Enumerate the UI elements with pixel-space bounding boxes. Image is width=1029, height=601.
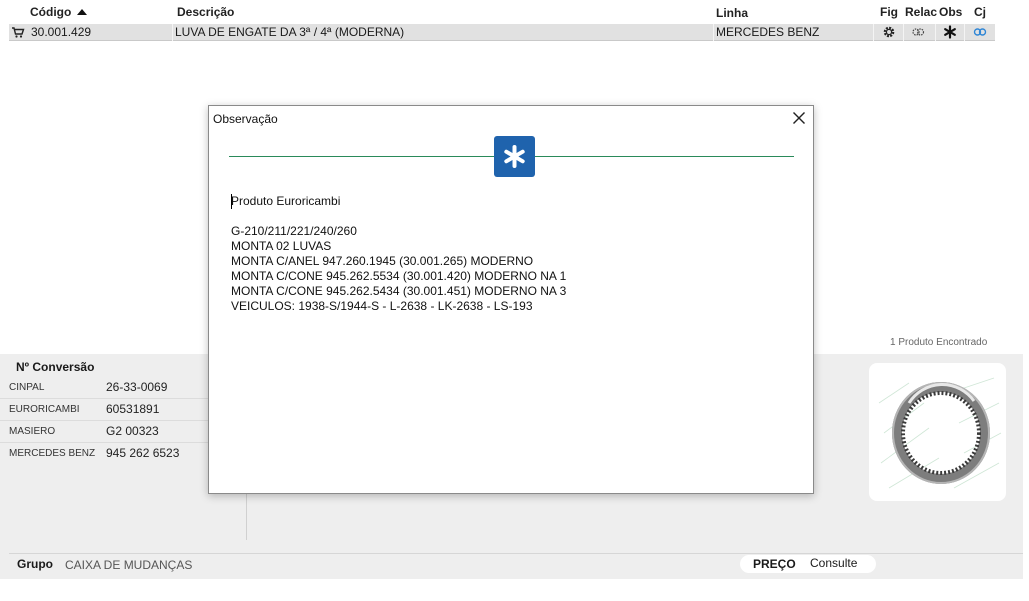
observation-line: VEICULOS: 1938-S/1944-S - L-2638 - LK-26… — [231, 299, 533, 313]
table-row[interactable]: 30.001.429 LUVA DE ENGATE DA 3ª / 4ª (MO… — [9, 24, 995, 41]
observation-line: MONTA C/CONE 945.262.5434 (30.001.451) M… — [231, 284, 567, 298]
column-header-linha[interactable]: Linha — [716, 6, 748, 20]
conversion-code: 945 262 6523 — [106, 446, 180, 460]
conversion-code: G2 00323 — [106, 424, 159, 438]
price-value: Consulte — [810, 556, 858, 570]
divider — [9, 553, 1023, 554]
asterisk-icon — [504, 145, 525, 168]
observation-line — [231, 209, 566, 224]
conversion-brand: EURORICAMBI — [9, 404, 80, 415]
observation-text-area[interactable]: Produto Euroricambi G-210/211/221/240/26… — [231, 194, 566, 314]
observation-line: MONTA C/CONE 945.262.5534 (30.001.420) M… — [231, 269, 567, 283]
conversion-code: 26-33-0069 — [106, 380, 168, 394]
app-window: Código Descrição Linha Fig Relac Obs Cj … — [0, 0, 1029, 601]
conversion-brand: CINPAL — [9, 382, 45, 393]
row-linha: MERCEDES BENZ — [716, 25, 820, 39]
dialog-title: Observação — [213, 112, 278, 126]
column-header-descricao[interactable]: Descrição — [177, 5, 234, 19]
divider — [0, 420, 210, 421]
column-divider — [172, 24, 173, 41]
observation-line: MONTA 02 LUVAS — [231, 239, 332, 253]
column-divider — [935, 24, 936, 41]
conversion-title: Nº Conversão — [16, 360, 95, 374]
results-count: 1 Produto Encontrado — [890, 337, 988, 348]
row-descricao: LUVA DE ENGATE DA 3ª / 4ª (MODERNA) — [175, 25, 405, 39]
column-header-codigo[interactable]: Código — [30, 5, 88, 19]
observation-badge — [494, 136, 535, 177]
cart-icon[interactable] — [11, 25, 25, 39]
column-divider — [873, 24, 874, 41]
divider — [0, 442, 210, 443]
product-image[interactable] — [869, 363, 1006, 501]
observation-line: G-210/211/221/240/260 — [231, 224, 357, 238]
synchronizer-ring-image — [878, 377, 1002, 489]
column-divider — [964, 24, 965, 41]
row-codigo: 30.001.429 — [31, 25, 92, 39]
close-icon[interactable] — [791, 110, 807, 126]
column-header-fig[interactable]: Fig — [880, 5, 898, 19]
column-header-relac[interactable]: Relac — [905, 5, 937, 19]
relation-icon[interactable] — [911, 25, 925, 39]
conversion-code: 60531891 — [106, 402, 160, 416]
grupo-label: Grupo — [17, 557, 53, 571]
column-divider — [903, 24, 904, 41]
observation-dialog: Observação Produto Euroricambi G-210/211… — [208, 105, 814, 494]
text-caret — [231, 194, 232, 209]
sort-ascending-icon — [77, 9, 88, 15]
divider — [0, 398, 210, 399]
conversion-brand: MERCEDES BENZ — [9, 448, 96, 459]
observation-line: Produto Euroricambi — [231, 194, 341, 208]
asterisk-icon[interactable] — [943, 25, 957, 39]
grupo-value: CAIXA DE MUDANÇAS — [65, 558, 193, 572]
observation-line: MONTA C/ANEL 947.260.1945 (30.001.265) M… — [231, 254, 534, 268]
panel-divider — [246, 490, 247, 540]
gear-icon[interactable] — [882, 25, 896, 39]
column-header-obs[interactable]: Obs — [939, 5, 962, 19]
column-divider — [713, 24, 714, 41]
column-header-codigo-label: Código — [30, 5, 72, 19]
column-header-cj[interactable]: Cj — [974, 5, 986, 19]
link-icon[interactable] — [973, 25, 987, 39]
price-label: PREÇO — [753, 557, 796, 571]
conversion-brand: MASIERO — [9, 426, 56, 437]
